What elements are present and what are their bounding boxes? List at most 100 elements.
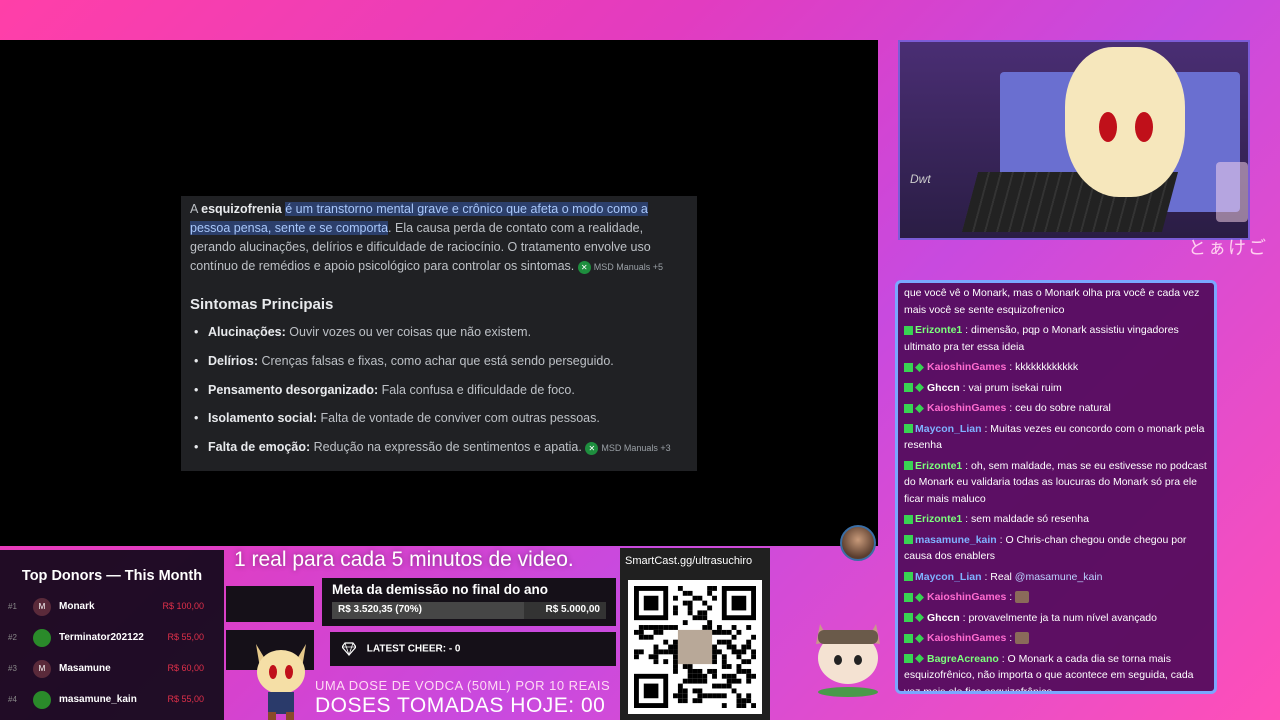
character-avatar <box>1065 47 1185 197</box>
ai-overview-card: A esquizofrenia é um transtorno mental g… <box>181 196 697 471</box>
chat-message: Maycon_Lian : Real @masamune_kain <box>904 569 1208 586</box>
chat-text: : provavelmente ja ta num nível avançado <box>959 611 1157 624</box>
chat-username[interactable]: Ghccn <box>927 382 960 394</box>
chat-username[interactable]: Maycon_Lian <box>915 571 982 583</box>
chat-username[interactable]: Erizonte1 <box>915 460 962 472</box>
sub-badge-icon <box>904 383 913 393</box>
donor-rank: #3 <box>8 664 17 673</box>
chat-text: : <box>1006 591 1013 603</box>
chat-message: Erizonte1 : oh, sem maldade, mas se eu e… <box>904 458 1208 508</box>
sub-badge-icon <box>904 613 913 623</box>
list-item: Delírios: Crenças falsas e fixas, como a… <box>190 352 688 371</box>
donor-name: masamune_kain <box>59 694 137 705</box>
cam-sign: Dwt <box>910 172 931 186</box>
donor-row: #3 M Masamune R$ 60,00 <box>0 660 224 691</box>
chat-mention[interactable]: @masamune_kain <box>1015 571 1103 583</box>
donor-amount: R$ 55,00 <box>167 632 204 642</box>
chat-text: : kkkkkkkkkkkk <box>1006 361 1079 373</box>
chat-message: BagreAcreano : O Monark a cada dia se to… <box>904 651 1208 691</box>
donor-avatar: M <box>33 598 51 616</box>
cat-girl-sticker-icon <box>816 624 880 697</box>
chat-username[interactable]: KaioshinGames <box>927 402 1006 414</box>
sub-badge-icon <box>904 403 913 413</box>
chat-message: KaioshinGames : kkkkkkkkkkkk <box>904 359 1208 376</box>
smartcast-url: SmartCast.gg/ultrasuchiro <box>625 555 753 567</box>
section-heading: Sintomas Principais <box>190 296 334 313</box>
goal-current: R$ 3.520,35 (70%) <box>338 604 422 615</box>
chat-text: : sem maldade só resenha <box>962 513 1089 525</box>
source-chip[interactable]: ✕ MSD Manuals +5 <box>577 258 663 277</box>
latest-cheer: LATEST CHEER: - 0 <box>330 632 616 666</box>
sub-badge-icon <box>904 514 913 524</box>
goal-title: Meta da demissão no final do ano <box>332 582 549 597</box>
donor-amount: R$ 60,00 <box>167 663 204 673</box>
goal-progress-bar: R$ 3.520,35 (70%) R$ 5.000,00 <box>332 602 606 619</box>
donors-title: Top Donors — This Month <box>21 568 203 584</box>
chat-username[interactable]: Erizonte1 <box>915 324 962 336</box>
profile-avatar[interactable] <box>840 525 876 561</box>
donor-name: Masamune <box>59 663 111 674</box>
chat-username[interactable]: KaioshinGames <box>927 632 1006 644</box>
cup-illustration <box>1216 162 1248 222</box>
chat-message: KaioshinGames : <box>904 630 1208 647</box>
chat-message: que você vê o Monark, mas o Monark olha … <box>904 285 1208 318</box>
chat-message: Maycon_Lian : Muitas vezes eu concordo c… <box>904 421 1208 454</box>
source-chip[interactable]: ✕ MSD Manuals +3 <box>585 439 671 458</box>
diamond-icon <box>342 642 356 656</box>
overview-paragraph: A esquizofrenia é um transtorno mental g… <box>190 200 688 277</box>
goal-total: R$ 5.000,00 <box>545 604 601 615</box>
donor-name: Monark <box>59 601 95 612</box>
chat-text: que você vê o Monark, mas o Monark olha … <box>904 287 1200 316</box>
list-item: Isolamento social: Falta de vontade de c… <box>190 409 688 428</box>
goal-subtitle: 1 real para cada 5 minutos de video. <box>234 548 574 571</box>
vip-badge-icon <box>915 633 924 643</box>
chat-text: : ceu do sobre natural <box>1006 402 1111 414</box>
sub-badge-icon <box>904 461 913 471</box>
qr-code-icon <box>634 586 756 708</box>
donor-name: Terminator202122 <box>59 632 144 643</box>
chat-username[interactable]: KaioshinGames <box>927 591 1006 603</box>
chat-username[interactable]: KaioshinGames <box>927 361 1006 373</box>
chat-message: KaioshinGames : ceu do sobre natural <box>904 400 1208 417</box>
chat-text: : <box>1006 632 1013 644</box>
msd-logo-icon: ✕ <box>585 442 599 456</box>
donor-rank: #2 <box>8 633 17 642</box>
sub-badge-icon <box>904 572 913 582</box>
chat-text: : Real <box>981 570 1015 583</box>
top-donors-panel: Top Donors — This Month #1 M Monark R$ 100,… <box>0 550 224 720</box>
stream-view: A esquizofrenia é um transtorno mental g… <box>0 40 878 561</box>
panel-block <box>226 586 314 622</box>
vip-badge-icon <box>915 592 924 602</box>
donor-avatar <box>33 691 51 709</box>
vtuber-cam: Dwt <box>898 40 1250 240</box>
emote-icon <box>1015 632 1030 645</box>
chat-message: masamune_kain : O Chris-chan chegou onde… <box>904 532 1208 565</box>
vip-badge-icon <box>915 654 924 664</box>
list-item: Alucinações: Ouvir vozes ou ver coisas q… <box>190 323 688 342</box>
donor-avatar: M <box>33 660 51 678</box>
qr-code[interactable] <box>628 580 762 714</box>
chat-username[interactable]: masamune_kain <box>915 534 997 546</box>
chat-username[interactable]: Ghccn <box>927 612 960 624</box>
donor-rank: #4 <box>8 695 17 704</box>
msd-logo-icon: ✕ <box>577 261 591 274</box>
chat-username[interactable]: Erizonte1 <box>915 513 962 525</box>
donor-row: #4 masamune_kain R$ 55,00 <box>0 691 224 720</box>
sub-badge-icon <box>904 424 913 434</box>
chat-message: Ghccn : vai prum isekai ruim <box>904 380 1208 397</box>
chat-username[interactable]: Maycon_Lian <box>915 423 982 435</box>
sub-badge-icon <box>904 535 913 545</box>
vodca-counter: DOSES TOMADAS HOJE: 00 <box>315 694 606 717</box>
symptom-list: Alucinações: Ouvir vozes ou ver coisas q… <box>190 323 688 458</box>
chat-message: KaioshinGames : <box>904 589 1208 606</box>
donor-amount: R$ 100,00 <box>162 601 204 611</box>
vip-badge-icon <box>915 613 924 623</box>
mascot-sticker-icon <box>256 644 306 720</box>
sub-badge-icon <box>904 633 913 643</box>
vip-badge-icon <box>915 383 924 393</box>
chat-message: Erizonte1 : sem maldade só resenha <box>904 511 1208 528</box>
vip-badge-icon <box>915 403 924 413</box>
chat-username[interactable]: BagreAcreano <box>927 653 999 665</box>
sub-badge-icon <box>904 325 913 335</box>
sub-badge-icon <box>904 654 913 664</box>
